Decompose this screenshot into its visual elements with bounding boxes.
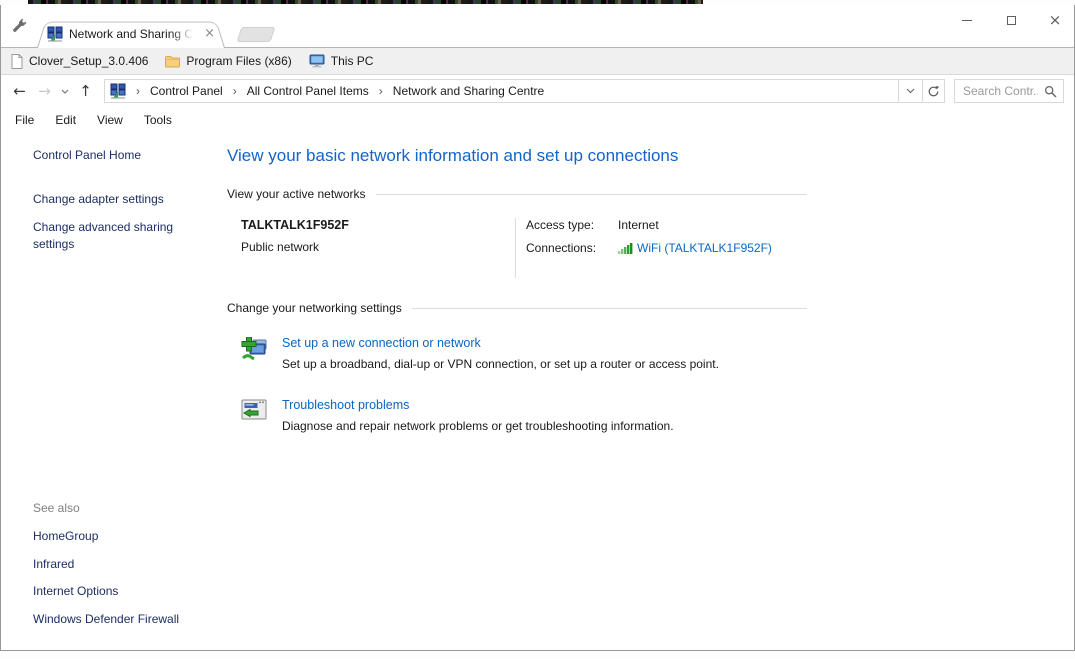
clover-settings-wrench-icon[interactable] <box>10 17 28 35</box>
menu-view[interactable]: View <box>97 113 123 127</box>
search-icon[interactable] <box>1044 85 1057 98</box>
close-button[interactable]: × <box>1048 12 1062 28</box>
up-button[interactable]: ↑ <box>73 84 98 99</box>
address-dropdown-button[interactable] <box>899 79 922 103</box>
monitor-icon <box>309 54 325 68</box>
maximize-button[interactable] <box>1004 12 1018 28</box>
network-favicon-icon <box>47 26 63 42</box>
access-type-value: Internet <box>618 218 659 232</box>
bookmark-program-files[interactable]: Program Files (x86) <box>165 54 291 68</box>
section-rule <box>376 194 807 195</box>
search-input[interactable] <box>961 83 1040 99</box>
history-dropdown-icon[interactable] <box>57 89 73 94</box>
menu-edit[interactable]: Edit <box>55 113 76 127</box>
troubleshoot-icon <box>241 398 271 433</box>
task-text: Troubleshoot problems Diagnose and repai… <box>282 398 674 433</box>
troubleshoot-link[interactable]: Troubleshoot problems <box>282 398 674 412</box>
setup-connection-link[interactable]: Set up a new connection or network <box>282 336 719 350</box>
bookmark-label: Clover_Setup_3.0.406 <box>29 54 148 68</box>
bookmark-clover-setup[interactable]: Clover_Setup_3.0.406 <box>11 54 148 69</box>
access-type-row: Access type: Internet <box>526 218 772 232</box>
network-location-icon <box>110 83 126 99</box>
active-tab-content[interactable]: Network and Sharing Centre × <box>43 20 221 47</box>
wifi-connection-link[interactable]: WiFi (TALKTALK1F952F) <box>618 241 772 255</box>
wifi-signal-icon <box>618 242 633 254</box>
network-identity: TALKTALK1F952F Public network <box>241 218 515 278</box>
sidebar-spacer <box>33 264 213 502</box>
refresh-button[interactable] <box>922 79 945 103</box>
file-icon <box>11 54 23 69</box>
sidebar-infrared[interactable]: Infrared <box>33 556 183 573</box>
network-details: Access type: Internet Connections: <box>515 218 772 278</box>
networking-settings-section-header: Change your networking settings <box>227 301 807 315</box>
sidebar-homegroup[interactable]: HomeGroup <box>33 528 183 545</box>
breadcrumb-control-panel[interactable]: Control Panel <box>148 84 225 98</box>
network-name: TALKTALK1F952F <box>241 218 515 232</box>
minimize-button[interactable] <box>960 12 974 28</box>
bookmark-this-pc[interactable]: This PC <box>309 54 374 68</box>
breadcrumb-separator: › <box>128 84 148 98</box>
tab-title: Network and Sharing Centre <box>69 27 196 41</box>
active-networks-section-header: View your active networks <box>227 187 807 201</box>
menu-tools[interactable]: Tools <box>144 113 172 127</box>
chevron-down-icon <box>906 88 915 94</box>
troubleshoot-description: Diagnose and repair network problems or … <box>282 419 674 433</box>
titlebar: Network and Sharing Centre × × <box>1 5 1074 47</box>
task-troubleshoot: Troubleshoot problems Diagnose and repai… <box>241 398 807 433</box>
screenshot-artifact-strip <box>28 0 703 4</box>
tab-close-icon[interactable]: × <box>202 27 217 40</box>
bookmark-label: Program Files (x86) <box>186 54 291 68</box>
sidebar-windows-defender-firewall[interactable]: Windows Defender Firewall <box>33 611 183 628</box>
back-button[interactable]: ← <box>7 84 32 99</box>
active-network-row: TALKTALK1F952F Public network Access typ… <box>241 218 807 278</box>
refresh-icon <box>927 85 940 98</box>
wifi-link-text[interactable]: WiFi (TALKTALK1F952F) <box>637 241 772 255</box>
bookmark-label: This PC <box>331 54 374 68</box>
task-text: Set up a new connection or network Set u… <box>282 336 719 371</box>
section-rule <box>412 308 807 309</box>
sidebar: Control Panel Home Change adapter settin… <box>1 132 213 650</box>
breadcrumb-separator: › <box>371 84 391 98</box>
sidebar-change-adapter-settings[interactable]: Change adapter settings <box>33 191 183 208</box>
sidebar-change-advanced-sharing[interactable]: Change advanced sharing settings <box>33 219 183 254</box>
sidebar-control-panel-home[interactable]: Control Panel Home <box>33 147 183 164</box>
new-connection-icon <box>241 336 271 371</box>
sidebar-internet-options[interactable]: Internet Options <box>33 583 183 600</box>
section-label: Change your networking settings <box>227 301 402 315</box>
search-box <box>954 79 1064 103</box>
access-type-label: Access type: <box>526 218 618 232</box>
new-tab-button[interactable] <box>237 27 276 42</box>
breadcrumb-separator: › <box>225 84 245 98</box>
bookmarks-bar: Clover_Setup_3.0.406 Program Files (x86)… <box>1 47 1074 75</box>
see-also-header: See also <box>33 501 213 515</box>
network-type: Public network <box>241 240 515 254</box>
menu-file[interactable]: File <box>15 113 34 127</box>
breadcrumb-all-items[interactable]: All Control Panel Items <box>245 84 371 98</box>
breadcrumb-network-sharing[interactable]: Network and Sharing Centre <box>391 84 546 98</box>
task-setup-connection: Set up a new connection or network Set u… <box>241 336 807 371</box>
navigation-bar: ← → ↑ › Control Panel › All Control Pane… <box>1 75 1074 107</box>
forward-button[interactable]: → <box>32 84 57 99</box>
menu-bar: File Edit View Tools <box>1 107 1074 132</box>
section-label: View your active networks <box>227 187 366 201</box>
folder-icon <box>165 55 180 68</box>
connections-row: Connections: WiFi (TALKTALK1F952F) <box>526 241 772 255</box>
address-bar[interactable]: › Control Panel › All Control Panel Item… <box>104 79 899 103</box>
explorer-window: Network and Sharing Centre × × Clover_Se… <box>0 5 1075 651</box>
content-area: Control Panel Home Change adapter settin… <box>1 132 1074 650</box>
window-controls: × <box>960 10 1062 30</box>
connections-label: Connections: <box>526 241 618 255</box>
page-title: View your basic network information and … <box>227 146 807 166</box>
main-panel: View your basic network information and … <box>213 132 1074 650</box>
setup-connection-description: Set up a broadband, dial-up or VPN conne… <box>282 357 719 371</box>
